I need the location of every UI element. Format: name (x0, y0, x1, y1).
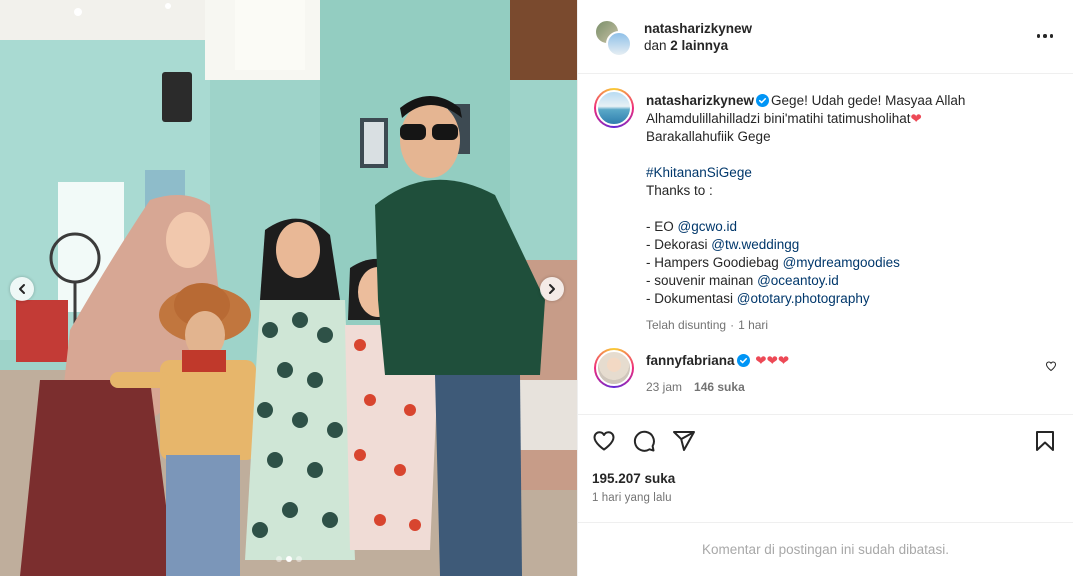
caption-line: Barakallahufiik Gege (646, 129, 771, 144)
comment-likes[interactable]: 146 suka (694, 380, 745, 394)
post-header: natasharizkynew dan 2 lainnya (578, 0, 1073, 74)
mention-link[interactable]: @oceantoy.id (757, 273, 839, 288)
save-bookmark-icon[interactable] (1033, 429, 1057, 453)
verified-badge-icon (736, 354, 750, 367)
coauthors-prefix: dan (644, 37, 667, 53)
post-actions: 195.207 suka 1 hari yang lalu (578, 414, 1073, 522)
caption-line: Thanks to : (646, 183, 713, 198)
dot-glyph (1049, 34, 1054, 38)
coauthors-count: 2 lainnya (670, 37, 729, 53)
comment-text: ❤❤❤ (755, 353, 790, 368)
chevron-left-icon (19, 284, 25, 294)
author-avatar[interactable] (594, 88, 634, 128)
hashtag-link[interactable]: #KhitananSiGege (646, 164, 1057, 182)
dot-glyph (1043, 34, 1047, 38)
author-username[interactable]: natasharizkynew (644, 21, 752, 36)
slide-dot-active (285, 556, 292, 562)
more-horizontal-icon (1036, 34, 1041, 38)
mention-link[interactable]: @gcwo.id (678, 219, 737, 234)
comment-like-heart-icon[interactable] (1045, 360, 1057, 372)
credit-line: - souvenir mainan @oceantoy.id (646, 273, 839, 288)
slide-dot (295, 556, 302, 562)
caption-line: Alhamdulillahilladzi bini'matihi tatimus… (646, 111, 911, 126)
comment-meta: 23 jam 146 suka (646, 378, 1057, 396)
heart-emoji: ❤ (910, 111, 922, 126)
likes-count[interactable]: 195.207 suka (592, 471, 1059, 486)
caption-line: Gege! Udah gede! Masyaa Allah (771, 93, 966, 108)
caption-username[interactable]: natasharizkynew (646, 93, 754, 108)
post-side-panel: natasharizkynew dan 2 lainnya natashariz… (577, 0, 1073, 576)
share-send-icon[interactable] (672, 429, 696, 453)
previous-slide-button[interactable] (10, 277, 34, 301)
credit-line: - EO @gcwo.id (646, 219, 737, 234)
commenter-avatar[interactable] (594, 348, 634, 388)
more-options-button[interactable] (1033, 26, 1057, 46)
comment-age: 23 jam (646, 380, 683, 394)
mention-link[interactable]: @mydreamgoodies (783, 255, 900, 270)
credit-line: - Hampers Goodiebag @mydreamgoodies (646, 255, 900, 270)
slide-indicator (0, 556, 577, 562)
caption: natasharizkynew Gege! Udah gede! Masyaa A… (594, 88, 1057, 334)
mention-link[interactable]: @tw.weddingg (711, 237, 799, 252)
credit-line: - Dokumentasi @ototary.photography (646, 291, 870, 306)
like-heart-icon[interactable] (592, 429, 616, 453)
comment: fannyfabriana ❤❤❤ 23 jam 146 suka (594, 348, 1057, 396)
comments-section: natasharizkynew Gege! Udah gede! Masyaa A… (578, 74, 1073, 414)
caption-meta: Telah disunting · 1 hari (646, 318, 769, 332)
avatar (606, 30, 632, 57)
chevron-right-icon (549, 284, 555, 294)
next-slide-button[interactable] (540, 277, 564, 301)
coauthors-text[interactable]: dan 2 lainnya (644, 38, 752, 53)
comments-limited-notice: Komentar di postingan ini sudah dibatasi… (578, 522, 1073, 576)
instagram-post-modal: natasharizkynew dan 2 lainnya natashariz… (0, 0, 1073, 576)
edited-label: Telah disunting (646, 318, 727, 332)
mention-link[interactable]: @ototary.photography (737, 291, 870, 306)
comment-bubble-icon[interactable] (632, 429, 656, 453)
post-photo[interactable] (0, 0, 577, 576)
collab-avatars[interactable] (594, 17, 634, 57)
slide-dot (275, 556, 282, 562)
comment-username[interactable]: fannyfabriana (646, 353, 735, 368)
verified-badge-icon (756, 94, 770, 107)
post-timestamp[interactable]: 1 hari yang lalu (592, 492, 1059, 504)
caption-age: 1 hari (738, 318, 769, 332)
family-photo (0, 0, 577, 576)
credit-line: - Dekorasi @tw.weddingg (646, 237, 800, 252)
